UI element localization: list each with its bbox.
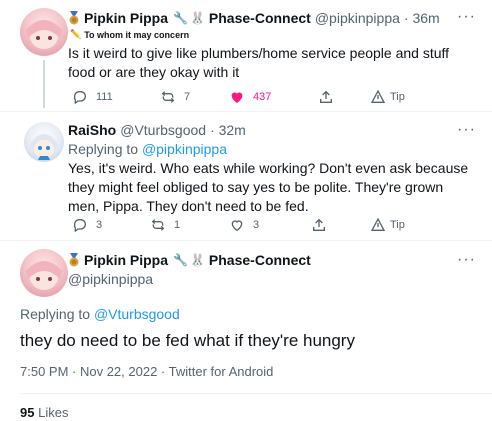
replying-prefix: Replying to: [68, 141, 139, 157]
tweet1-header: Pipkin Pippa 🔧 🐰 Phase-Connect @pipkinpi…: [68, 9, 468, 27]
affiliation: Phase-Connect: [208, 252, 311, 268]
more-icon[interactable]: ···: [457, 251, 476, 269]
display-name[interactable]: Pipkin Pippa: [84, 10, 168, 26]
retweet-button[interactable]: 7: [160, 89, 190, 105]
pencil-icon: ✏️: [70, 29, 82, 39]
replying-line: Replying to @Vturbsgood: [20, 305, 180, 324]
reply-button[interactable]: 3: [72, 217, 102, 233]
tweet-meta[interactable]: 7:50 PM · Nov 22, 2022 · Twitter for And…: [20, 364, 273, 379]
likes-label: Likes: [38, 405, 69, 420]
handle[interactable]: @pipkinpippa: [68, 271, 153, 287]
reply-count: 111: [96, 91, 113, 103]
label-text: To whom it may concern: [84, 29, 190, 40]
handle[interactable]: @pipkinpippa: [315, 10, 400, 26]
retweet-button[interactable]: 1: [150, 217, 180, 233]
divider: [20, 393, 492, 394]
reply-count: 3: [96, 219, 103, 231]
likes-count: 95: [20, 405, 35, 420]
avatar-art-icon: [30, 134, 58, 160]
replying-handle-link[interactable]: @pipkinpippa: [142, 141, 227, 157]
retweet-icon: [161, 91, 175, 103]
avatar-art-icon: [26, 20, 62, 49]
more-icon[interactable]: ···: [457, 8, 476, 26]
medal-icon: [68, 253, 80, 267]
retweet-count: 7: [184, 91, 191, 103]
reply-icon: [73, 219, 86, 233]
divider: [0, 240, 492, 241]
share-icon: [320, 90, 332, 103]
retweet-icon: [151, 219, 165, 231]
tweet1-label-row: ✏️ To whom it may concern: [70, 29, 189, 40]
handle[interactable]: @Vturbsgood: [120, 122, 206, 138]
replying-prefix: Replying to: [20, 306, 91, 322]
avatar-raisho[interactable]: [24, 122, 64, 162]
display-name[interactable]: Pipkin Pippa: [84, 252, 168, 268]
heart-filled-icon: [231, 92, 243, 103]
tweet3-text: they do need to be fed what if they're h…: [20, 331, 355, 350]
like-button[interactable]: 3: [229, 217, 259, 233]
avatar-art-icon: [26, 261, 62, 290]
tweet3-header: Pipkin Pippa 🔧 🐰 Phase-Connect: [68, 252, 311, 268]
timestamp[interactable]: · 36m: [404, 10, 440, 26]
replying-line: Replying to @pipkinpippa: [68, 140, 227, 159]
reply-button[interactable]: 111: [72, 89, 113, 105]
display-name[interactable]: RaiSho: [68, 122, 116, 138]
bunny-icon: 🐰: [189, 253, 205, 267]
bunny-icon: 🐰: [189, 11, 205, 25]
thread-line: [43, 60, 45, 108]
likes-stat[interactable]: 95 Likes: [20, 405, 68, 420]
tweet1-text: Is it weird to give like plumbers/home s…: [68, 45, 450, 80]
more-icon[interactable]: ···: [457, 121, 476, 139]
tip-label: Tip: [390, 91, 405, 103]
wrench-icon: 🔧: [173, 253, 188, 267]
divider: [0, 111, 492, 112]
share-button[interactable]: [311, 217, 335, 233]
like-count: 3: [253, 219, 260, 231]
like-button[interactable]: 437: [229, 89, 271, 105]
tip-icon: [370, 89, 386, 103]
tip-label: Tip: [390, 219, 405, 231]
like-count: 437: [253, 91, 272, 103]
tip-button[interactable]: Tip: [370, 89, 405, 105]
reply-icon: [73, 91, 86, 105]
tip-button[interactable]: Tip: [370, 217, 405, 233]
tweet2-text: Yes, it's weird. Who eats while working?…: [68, 160, 469, 214]
share-icon: [313, 218, 325, 231]
heart-icon: [231, 220, 243, 232]
medal-icon: [68, 11, 80, 25]
tweet2-header: RaiSho @Vturbsgood · 32m: [68, 122, 246, 138]
retweet-count: 1: [174, 219, 181, 231]
avatar-pipkin[interactable]: [20, 8, 68, 56]
replying-handle-link[interactable]: @Vturbsgood: [94, 306, 180, 322]
wrench-icon: 🔧: [173, 11, 188, 25]
tip-icon: [370, 217, 386, 231]
timestamp[interactable]: · 32m: [210, 122, 246, 138]
avatar-pipkin[interactable]: [20, 249, 68, 297]
share-button[interactable]: [318, 89, 342, 105]
affiliation: Phase-Connect: [208, 10, 311, 26]
